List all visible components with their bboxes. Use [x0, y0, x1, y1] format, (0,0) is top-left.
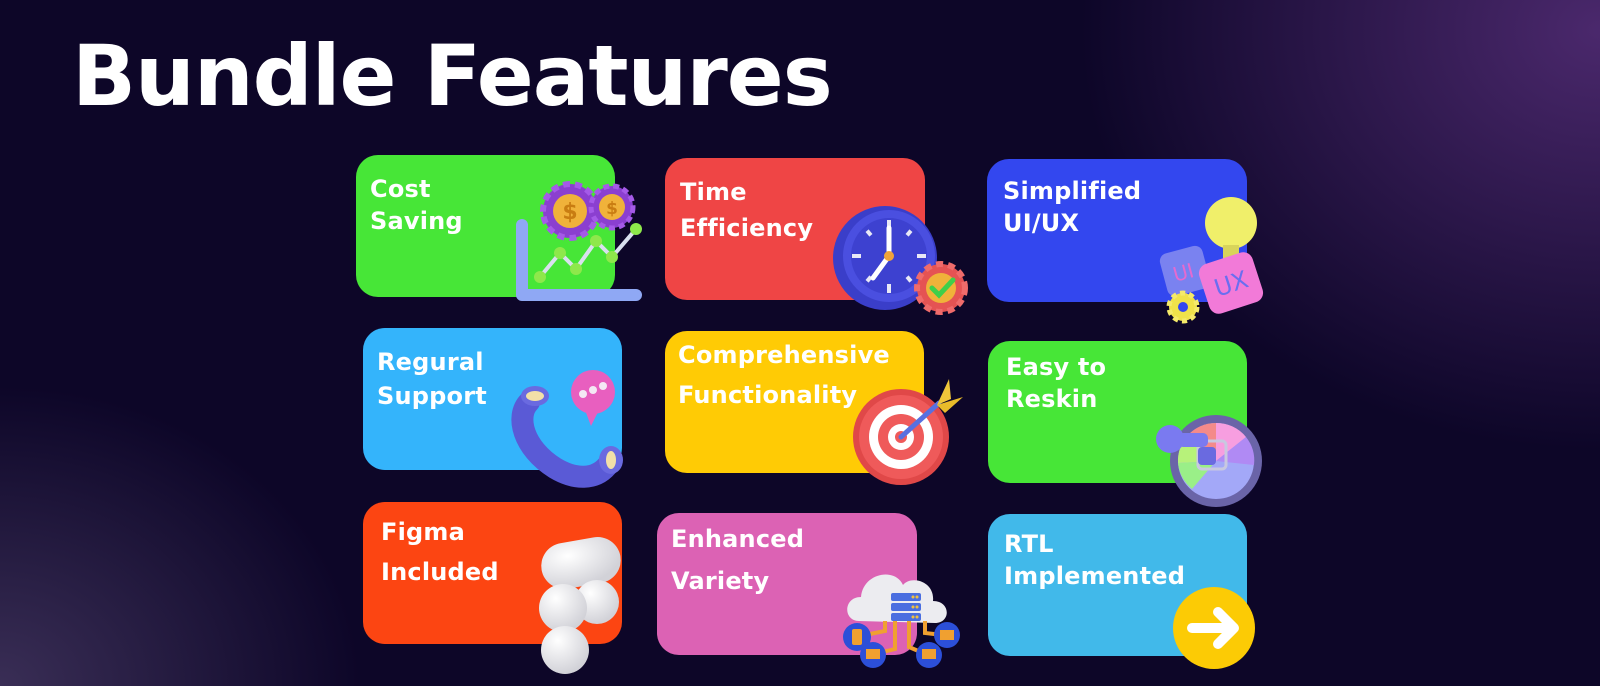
card-title-line1: Time	[680, 178, 747, 206]
coins-chart-icon: $ $	[516, 181, 651, 308]
page-title: Bundle Features	[72, 27, 833, 125]
card-title-line1: Comprehensive	[678, 341, 890, 369]
card-title-line2: Reskin	[1006, 385, 1098, 413]
cloud-devices-icon	[839, 557, 960, 668]
card-title-line1: Enhanced	[671, 525, 805, 553]
figma-logo-icon	[535, 537, 625, 678]
ui-ux-bulb-icon: UI UX	[1159, 195, 1269, 325]
card-title-line2: Implemented	[1004, 562, 1186, 590]
feature-card-figma-included: Figma Included	[363, 502, 622, 674]
card-title-line1: Cost	[370, 175, 431, 203]
arrow-right-icon[interactable]	[1172, 586, 1256, 670]
feature-card-easy-to-reskin: Easy to Reskin	[988, 341, 1262, 507]
feature-card-enhanced-variety: Enhanced Variety	[657, 513, 960, 668]
feature-card-comprehensive-functionality: Comprehensive Functionality	[665, 331, 963, 485]
card-title-line1: Easy to	[1006, 353, 1107, 381]
card-title-line2: UI/UX	[1003, 209, 1080, 237]
card-title-line1: Regural	[377, 348, 484, 376]
feature-card-cost-saving: Cost Saving $ $	[356, 155, 642, 301]
phone-chat-icon	[511, 368, 626, 488]
target-dart-icon	[851, 375, 971, 485]
card-title-line1: Figma	[381, 518, 466, 546]
card-title-line2: Efficiency	[680, 214, 814, 242]
feature-card-rtl-implemented: RTL Implemented	[988, 514, 1255, 669]
card-title-line2: Variety	[671, 567, 770, 595]
card-title-line2: Support	[377, 382, 487, 410]
card-title-line2: Included	[381, 558, 499, 586]
feature-card-time-efficiency: Time Efficiency	[665, 158, 968, 315]
card-title-line1: Simplified	[1003, 177, 1142, 205]
clock-gear-icon	[829, 206, 969, 318]
feature-card-regural-support: Regural Support	[363, 328, 623, 488]
feature-card-simplified-ui-ux: Simplified UI/UX UI UX	[987, 159, 1264, 324]
card-title-line2: Saving	[370, 207, 463, 235]
card-title-line1: RTL	[1004, 530, 1054, 558]
svg-text:$: $	[562, 200, 577, 225]
svg-text:$: $	[606, 199, 618, 219]
color-wheel-icon	[1154, 405, 1264, 507]
